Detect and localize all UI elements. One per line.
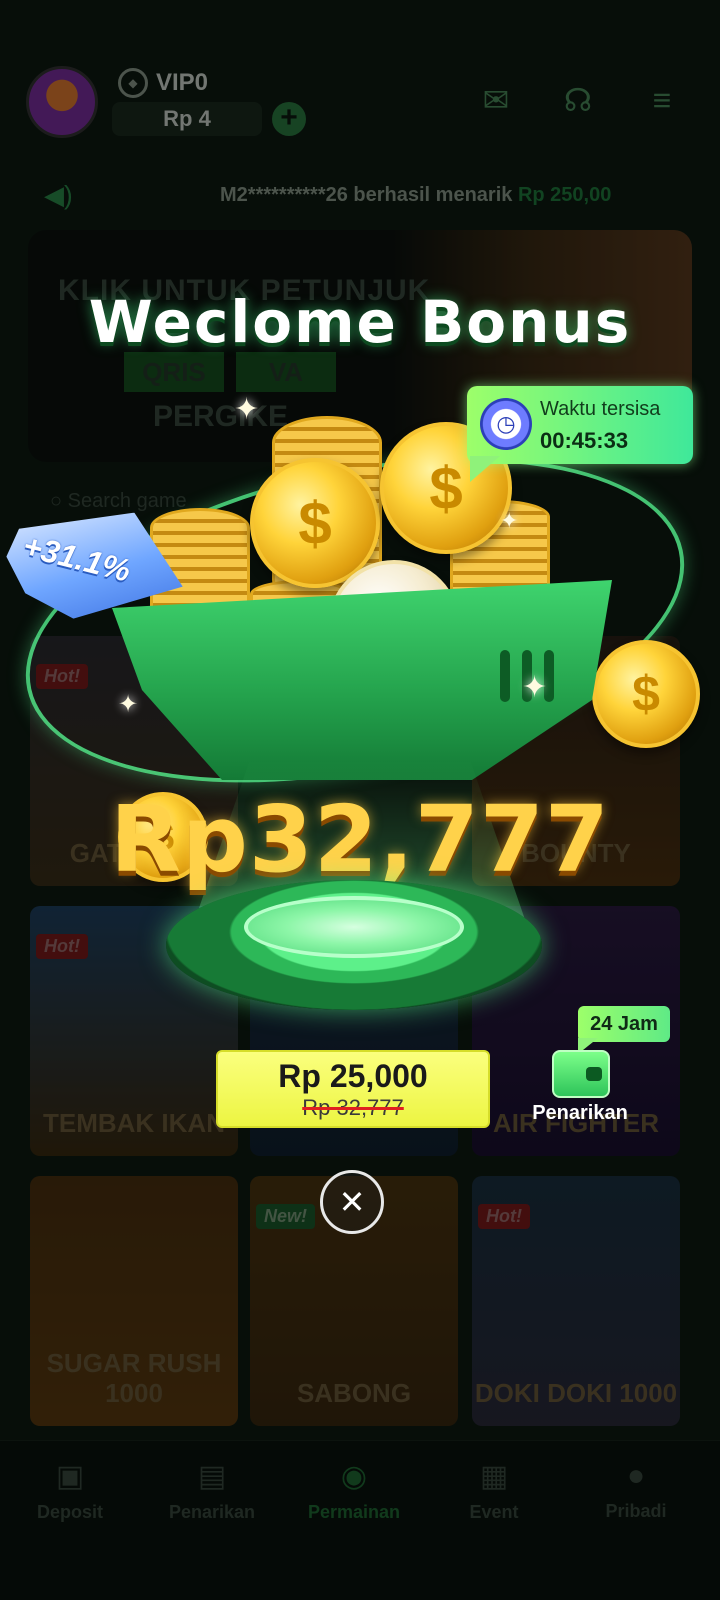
clock-icon: ◷	[480, 398, 532, 450]
buy-bonus-button[interactable]: Rp 25,000 Rp 32,777	[216, 1050, 490, 1128]
pedestal-top	[244, 896, 464, 958]
price-current: Rp 25,000	[278, 1058, 428, 1094]
close-button[interactable]: ✕	[320, 1170, 384, 1234]
wallet-icon	[552, 1050, 610, 1098]
timer-label: Waktu tersisa	[540, 398, 661, 420]
timer-value: 00:45:33	[540, 428, 629, 453]
price-original: Rp 32,777	[302, 1095, 404, 1120]
bonus-amount: Rp32,777	[110, 786, 610, 893]
coin-icon: $	[592, 640, 700, 748]
withdraw-label: Penarikan	[532, 1102, 628, 1124]
bonus-title: Weclome Bonus	[88, 288, 632, 356]
basket-slot	[500, 650, 510, 702]
sparkle-icon: ✦	[118, 691, 139, 718]
wallet-clasp	[586, 1067, 602, 1081]
sparkle-icon: ✦	[234, 393, 260, 426]
sparkle-icon: ✦	[500, 508, 519, 533]
withdraw-time-tag: 24 Jam	[578, 1006, 670, 1042]
sparkle-icon: ✦	[522, 671, 548, 704]
